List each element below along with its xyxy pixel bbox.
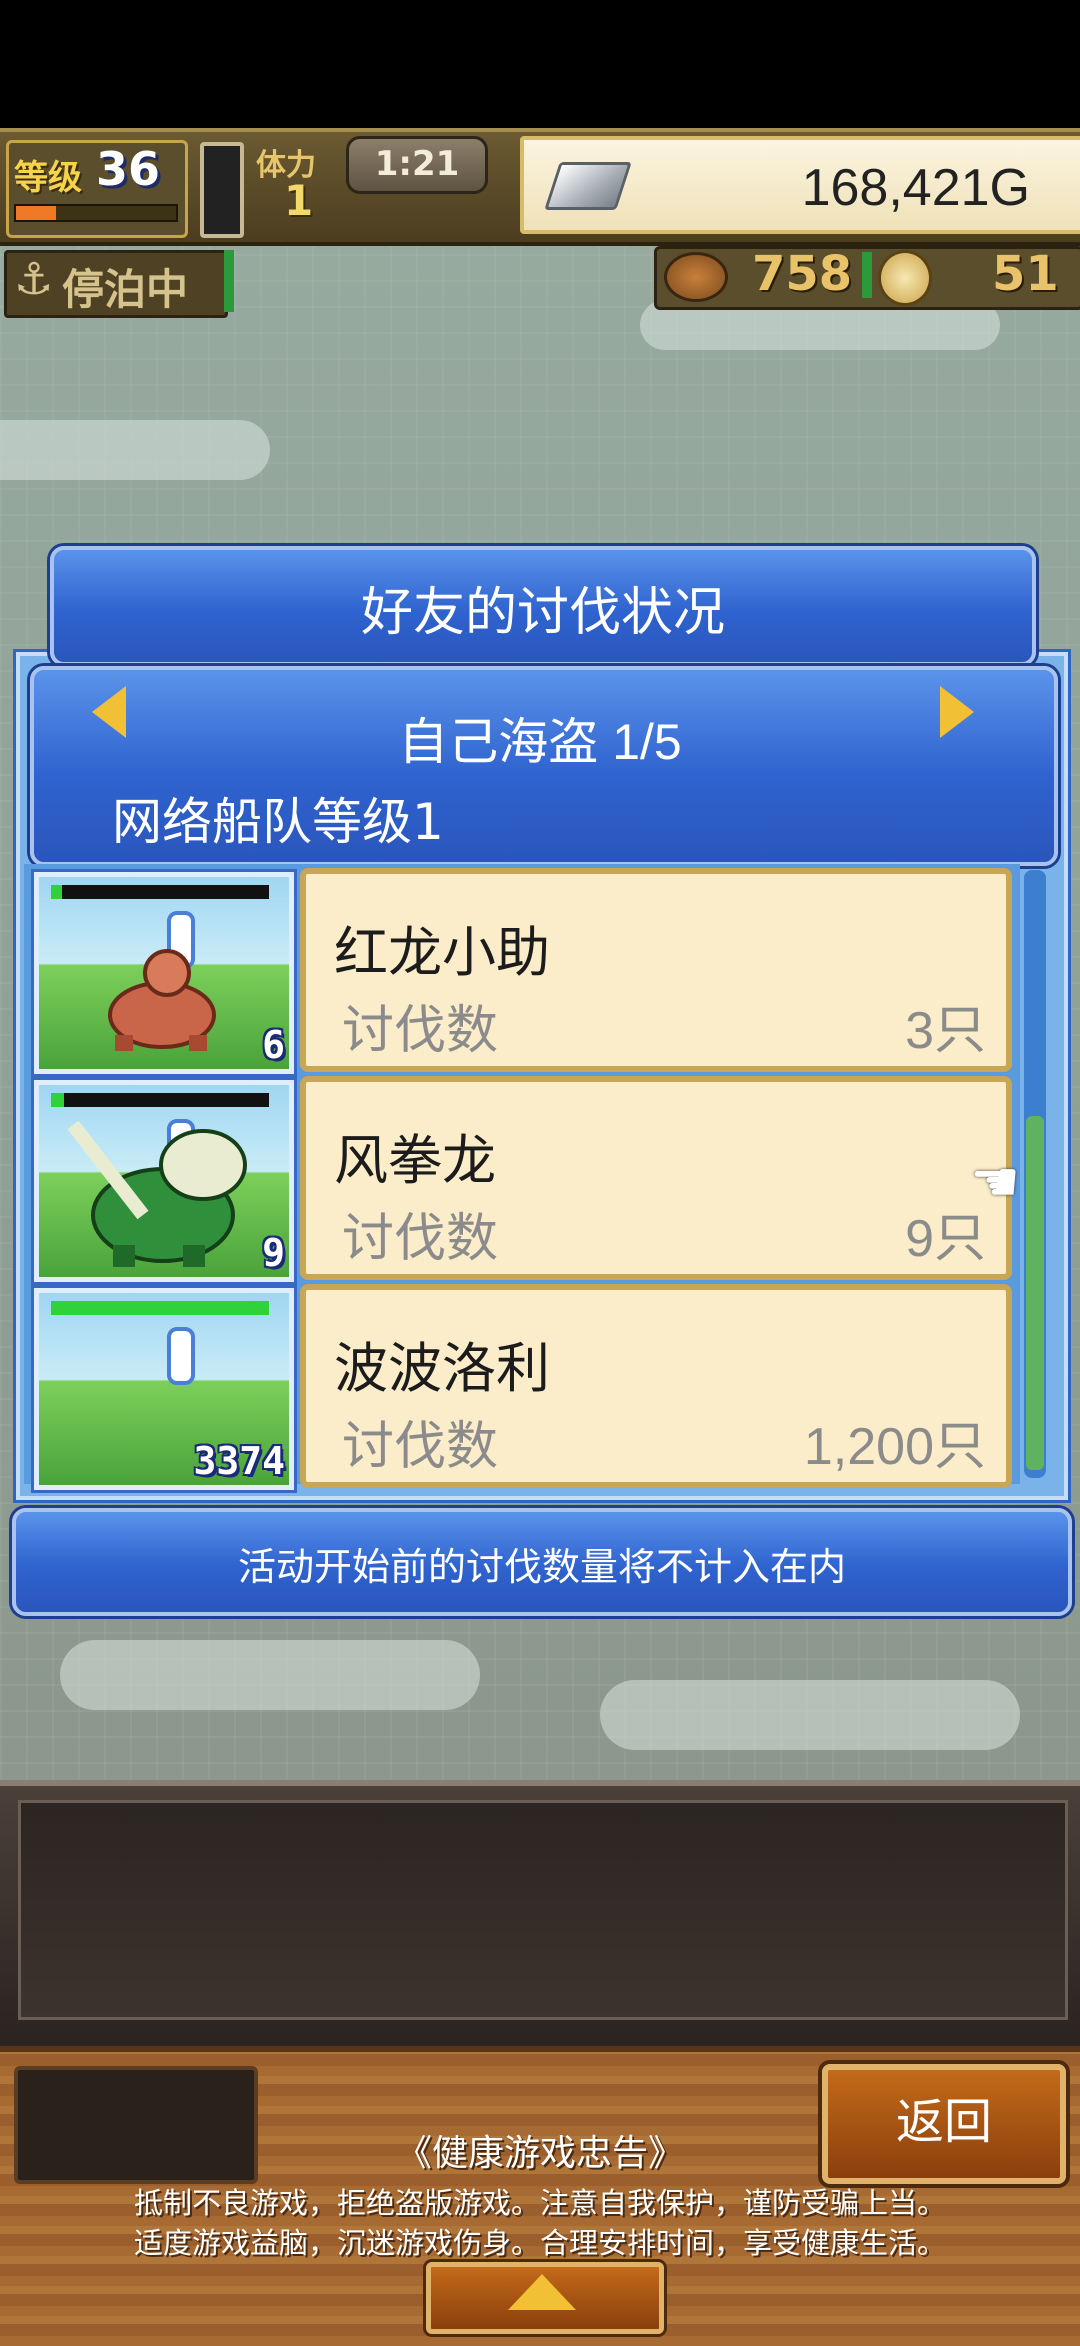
- expand-arrow-icon[interactable]: [508, 2274, 576, 2310]
- stamina-gauge: [200, 142, 244, 238]
- health-advisory-title: 《健康游戏忠告》: [395, 2133, 684, 2174]
- kill-count-label: 讨伐数: [342, 1209, 499, 1269]
- message-area: [18, 1800, 1068, 2020]
- hp-bar: [51, 1301, 269, 1315]
- dialog-title: 好友的讨伐状况: [360, 583, 725, 643]
- exp-bar-fill: [16, 206, 56, 220]
- pointer-hand-icon: ☚: [970, 1150, 1021, 1215]
- anchor-icon: ⚓: [14, 254, 54, 305]
- kill-count-label: 讨伐数: [342, 1001, 499, 1061]
- level-label: 等级: [14, 158, 82, 198]
- food-count: 758: [752, 246, 853, 302]
- kill-count-label: 讨伐数: [342, 1417, 499, 1477]
- cloud: [60, 1640, 480, 1710]
- kill-count: 3只: [905, 1002, 986, 1060]
- monster-thumbnail[interactable]: 6: [34, 872, 294, 1074]
- food-icon: [664, 252, 728, 302]
- scrollbar-thumb[interactable]: [1026, 1116, 1044, 1470]
- docked-status-label: 停泊中: [62, 265, 189, 314]
- notice-text: 活动开始前的讨伐数量将不计入在内: [237, 1545, 846, 1589]
- level-badge: 6: [262, 1023, 285, 1067]
- stamina-timer: 1:21: [346, 136, 488, 194]
- health-advisory-line: 适度游戏益脑，沉迷游戏伤身。合理安排时间，享受健康生活。: [133, 2226, 946, 2260]
- status-indicator: [224, 250, 234, 312]
- wind-fist-dragon-sprite: [67, 1120, 247, 1267]
- cloud: [0, 420, 270, 480]
- gold-amount: 168,421G: [801, 159, 1030, 217]
- monster-thumbnail[interactable]: 3374: [34, 1288, 294, 1490]
- level-value: 36: [96, 142, 161, 196]
- level-badge: 3374: [193, 1439, 285, 1483]
- food-indicator: [862, 252, 872, 298]
- coin-icon: [878, 250, 932, 306]
- coin-count: 51: [992, 246, 1059, 302]
- hp-bar-fill: [51, 1301, 269, 1315]
- health-advisory-line: 抵制不良游戏，拒绝盗版游戏。注意自我保护，谨防受骗上当。: [133, 2186, 946, 2220]
- stamina-value: 1: [284, 176, 314, 225]
- level-badge: 9: [262, 1231, 285, 1275]
- cloud: [600, 1680, 1020, 1750]
- list-item[interactable]: 波波洛利 讨伐数 1,200只: [300, 1284, 1012, 1488]
- monster-thumbnail[interactable]: 9: [34, 1080, 294, 1282]
- pirate-title: 自己海盗 1/5: [398, 714, 682, 770]
- list-item[interactable]: 红龙小助 讨伐数 3只: [300, 868, 1012, 1072]
- kill-count: 1,200只: [803, 1418, 986, 1476]
- list-item[interactable]: 风拳龙 讨伐数 9只: [300, 1076, 1012, 1280]
- hp-bar: [51, 885, 269, 899]
- monster-name: 波波洛利: [334, 1337, 550, 1400]
- red-dragon-sprite: [108, 949, 216, 1051]
- monster-name: 红龙小助: [334, 921, 550, 984]
- exclamation-icon: [167, 1327, 195, 1385]
- hp-bar-fill: [51, 885, 62, 899]
- fleet-level: 网络船队等级1: [112, 793, 444, 851]
- monster-name: 风拳龙: [334, 1129, 496, 1192]
